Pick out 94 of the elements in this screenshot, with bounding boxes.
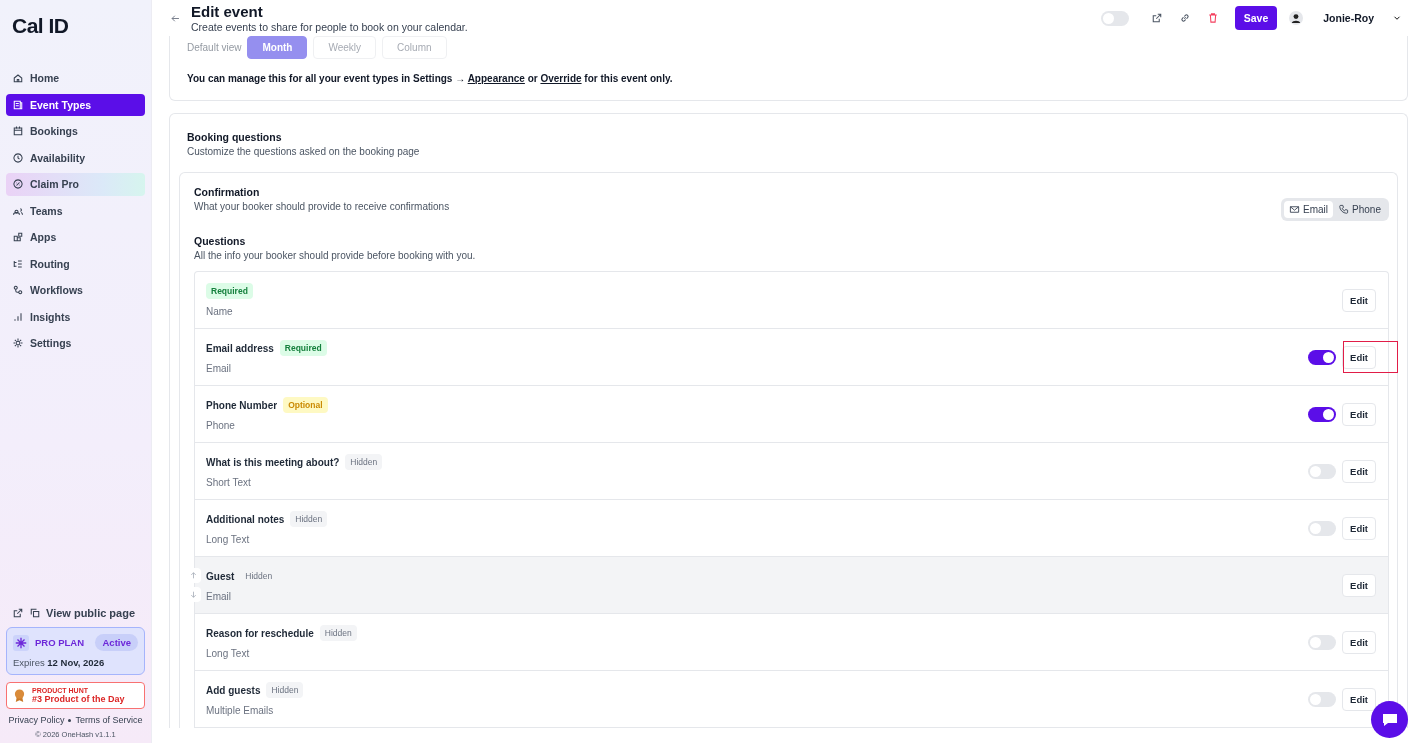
question-toggle[interactable] [1308,691,1337,707]
edit-button[interactable]: Edit [1342,402,1376,426]
sidebar-item[interactable]: Claim Pro [6,173,145,196]
status-badge: Active [95,634,138,651]
edit-button[interactable]: Edit [1342,345,1376,369]
badge-icon [12,178,24,191]
external-link-icon[interactable] [1150,12,1163,24]
question-type: Long Text [206,534,251,545]
question-title: Email address [206,342,274,354]
status-badge: Required [279,340,327,356]
avatar-icon[interactable] [1289,11,1304,25]
question-type: Email [206,363,232,374]
status-badge: Hidden [319,625,357,641]
question-title: What is this meeting about? [206,456,340,468]
page-subtitle: Create events to share for people to book on your calendar. [191,21,468,33]
status-badge: Hidden [345,454,383,470]
edit-button[interactable]: Edit [1342,630,1376,654]
question-toggle[interactable] [1308,634,1337,650]
plan-expiry: Expires 12 Nov, 2026 [13,657,106,668]
question-title: Add guests [206,684,261,696]
confirmation-option[interactable]: Phone [1333,201,1386,218]
sidebar-item[interactable]: Settings [6,332,145,355]
question-toggle[interactable] [1308,406,1337,422]
sparkle-icon [13,634,29,651]
status-badge: Hidden [290,511,328,527]
question-type: Multiple Emails [206,705,275,716]
calendar-icon [12,125,24,138]
question-title: Guest [206,570,235,582]
edit-button[interactable]: Edit [1342,573,1376,597]
settings-note: You can manage this for all your event types in Settings → Appearance or Override for this event only. [187,73,674,84]
trash-icon[interactable] [1206,12,1219,24]
question-type: Short Text [206,477,252,488]
sidebar-item[interactable]: Event Types [6,93,145,116]
user-name[interactable]: Jonie-Roy [1323,12,1374,24]
back-arrow-icon[interactable] [170,12,181,24]
edit-button[interactable]: Edit [1342,288,1376,312]
section-title: Booking questions [186,131,283,143]
save-button[interactable]: Save [1234,6,1278,30]
clock-icon [12,151,24,164]
question-toggle[interactable] [1308,349,1337,365]
apps-icon [12,231,24,244]
plan-name: PRO PLAN [35,637,86,648]
separator-dot [68,718,72,722]
question-title: Phone Number [206,399,278,411]
workflow-icon [12,284,24,297]
question-type: Long Text [206,648,251,659]
status-badge: Optional [283,397,328,413]
hidden-toggle[interactable] [1100,10,1129,26]
sidebar-item[interactable]: Insights [6,305,145,328]
questions-subtitle: All the info your booker should provide before booking with you. [194,250,477,261]
sidebar-item[interactable]: Teams [6,199,145,222]
question-toggle[interactable] [1308,463,1337,479]
sidebar-item[interactable]: Bookings [6,120,145,143]
sidebar-item[interactable]: Routing [6,252,145,275]
external-link-icon [12,607,24,619]
default-view-label: Default view [187,42,242,53]
page-title: Edit event [191,3,264,21]
question-title: Additional notes [206,513,285,525]
confirmation-subtitle: What your booker should provide to receive confirmations [194,201,450,212]
status-badge: Required [206,283,253,299]
events-icon [12,98,24,111]
copy-icon [29,607,41,619]
sidebar-item[interactable]: Workflows [6,279,145,302]
question-type: Email [206,591,232,602]
question-toggle[interactable] [1308,520,1337,536]
arrow-up-icon [189,571,198,580]
product-hunt-title: #3 Product of the Day [32,694,125,704]
section-subtitle: Customize the questions asked on the booking page [186,146,421,157]
phone-icon [1338,204,1350,215]
home-icon [12,72,24,85]
status-badge: Hidden [266,682,304,698]
view-public-page-link[interactable]: View public page [6,607,145,619]
edit-button[interactable]: Edit [1342,459,1376,483]
confirmation-title: Confirmation [194,186,261,198]
sidebar-item[interactable]: Home [6,67,145,90]
logo: Cal ID [11,13,70,39]
arrow-down-icon [189,590,198,599]
question-type: Name [206,306,234,317]
footer-link[interactable]: Terms of Service [75,715,143,725]
question-title: Reason for reschedule [206,627,314,639]
gear-icon [12,337,24,350]
footer-link[interactable]: Privacy Policy [8,715,65,725]
mail-icon [1289,204,1301,215]
chart-icon [12,310,24,323]
sidebar-item[interactable]: Availability [6,146,145,169]
confirmation-option[interactable]: Email [1284,201,1334,218]
sidebar-item[interactable]: Apps [6,226,145,249]
routing-icon [12,257,24,270]
link-icon[interactable] [1178,12,1191,24]
questions-title: Questions [194,235,247,247]
edit-button[interactable]: Edit [1342,516,1376,540]
question-type: Phone [206,420,236,431]
edit-button[interactable]: Edit [1342,687,1376,711]
medal-icon [13,688,26,703]
